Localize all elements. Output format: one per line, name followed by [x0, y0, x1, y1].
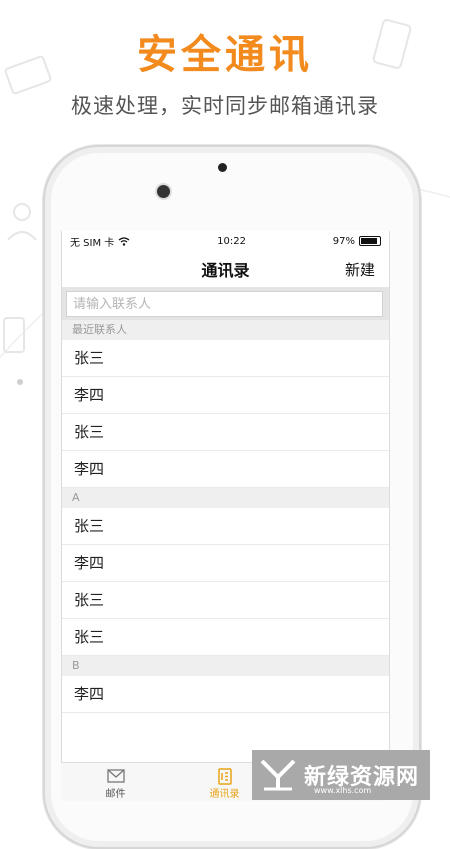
watermark: 新绿资源网 www.xlhs.com [252, 750, 430, 800]
contact-row[interactable]: 张三 [62, 414, 389, 451]
phone-sensor-dot [218, 163, 227, 172]
contact-row[interactable]: 李四 [62, 451, 389, 488]
section-header-recent: 最近联系人 [62, 320, 389, 340]
contact-row[interactable]: 张三 [62, 619, 389, 656]
tab-label: 邮件 [105, 789, 126, 800]
promo-subtitle: 极速处理，实时同步邮箱通讯录 [71, 94, 379, 118]
tab-mail[interactable]: 邮件 [61, 763, 170, 801]
watermark-url: www.xlhs.com [314, 786, 372, 795]
battery-percent: 97% [332, 235, 355, 247]
contacts-icon [217, 767, 232, 785]
tab-label: 通讯录 [209, 789, 240, 800]
search-input[interactable] [66, 291, 383, 317]
status-bar: 无 SIM 卡 10:22 97% [62, 231, 389, 251]
battery-icon [358, 236, 381, 246]
phone-screen: 无 SIM 卡 10:22 97% 通讯录 新建 最近联系人 张三 李四 张三 … [61, 231, 390, 800]
new-contact-button[interactable]: 新建 [345, 259, 375, 280]
promo-title: 安全通讯 [137, 32, 313, 78]
nav-bar: 通讯录 新建 [62, 251, 389, 288]
section-header-a: A [62, 488, 389, 508]
contact-row[interactable]: 李四 [62, 377, 389, 414]
status-time: 10:22 [217, 235, 246, 247]
carrier-label: 无 SIM 卡 [70, 237, 115, 249]
watermark-logo-icon [260, 759, 296, 791]
search-bar [62, 288, 389, 320]
wifi-icon [118, 236, 130, 246]
contact-row[interactable]: 张三 [62, 582, 389, 619]
contact-row[interactable]: 张三 [62, 340, 389, 377]
contact-row[interactable]: 李四 [62, 676, 389, 713]
contact-row[interactable]: 李四 [62, 545, 389, 582]
phone-camera [157, 185, 170, 198]
page-title: 通讯录 [201, 261, 250, 280]
contact-row[interactable]: 张三 [62, 508, 389, 545]
mail-icon [106, 769, 125, 783]
section-header-b: B [62, 656, 389, 676]
